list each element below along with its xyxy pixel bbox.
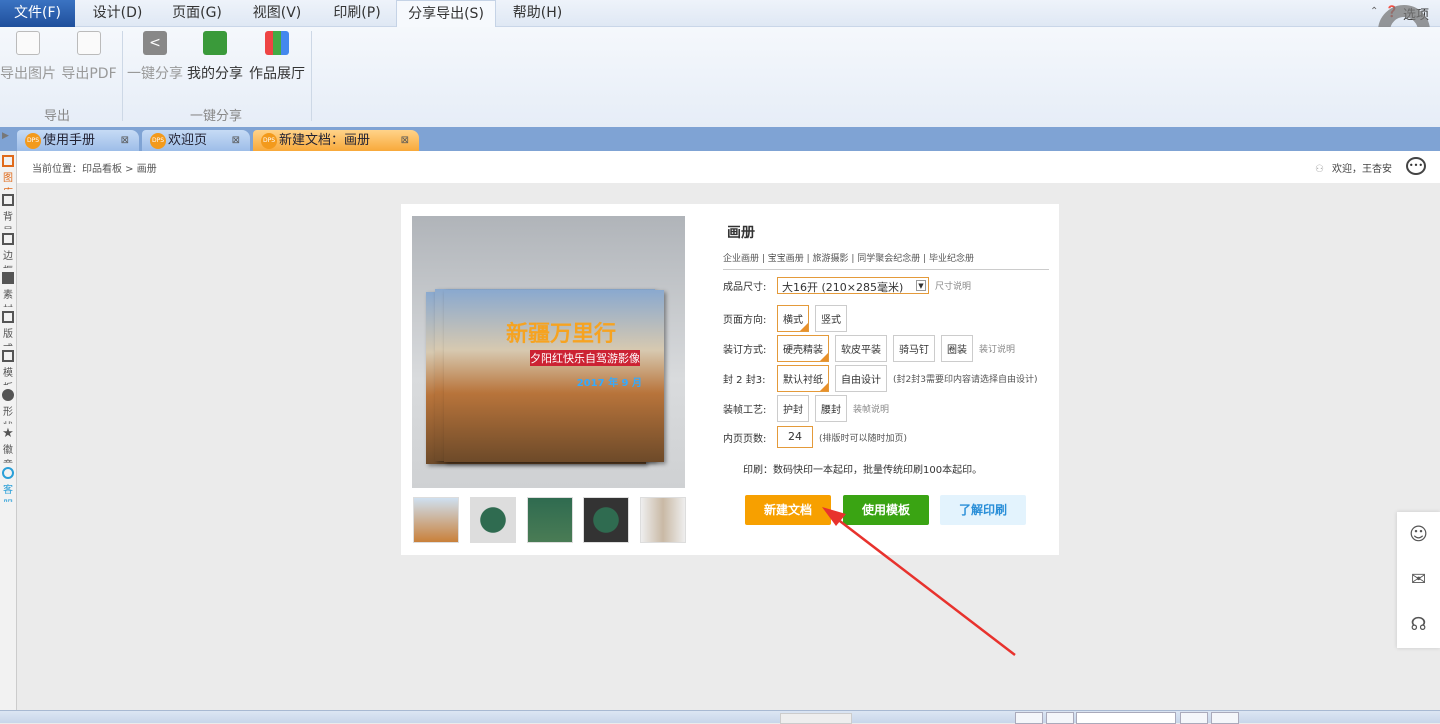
headset-support-icon[interactable]: ☊ [1397, 602, 1440, 647]
status-bar [0, 710, 1440, 724]
last-page-button[interactable] [1211, 712, 1239, 724]
page-select[interactable] [1076, 712, 1176, 724]
red-arrow-annotation [822, 507, 1016, 656]
next-page-button[interactable] [1180, 712, 1208, 724]
floating-contact-bar: ☺ ✉ ☊ [1397, 512, 1440, 648]
status-field [780, 713, 852, 724]
prev-page-button[interactable] [1046, 712, 1074, 724]
wechat-icon[interactable]: ✉ [1397, 557, 1440, 602]
first-page-button[interactable] [1015, 712, 1043, 724]
qq-icon[interactable]: ☺ [1397, 512, 1440, 557]
